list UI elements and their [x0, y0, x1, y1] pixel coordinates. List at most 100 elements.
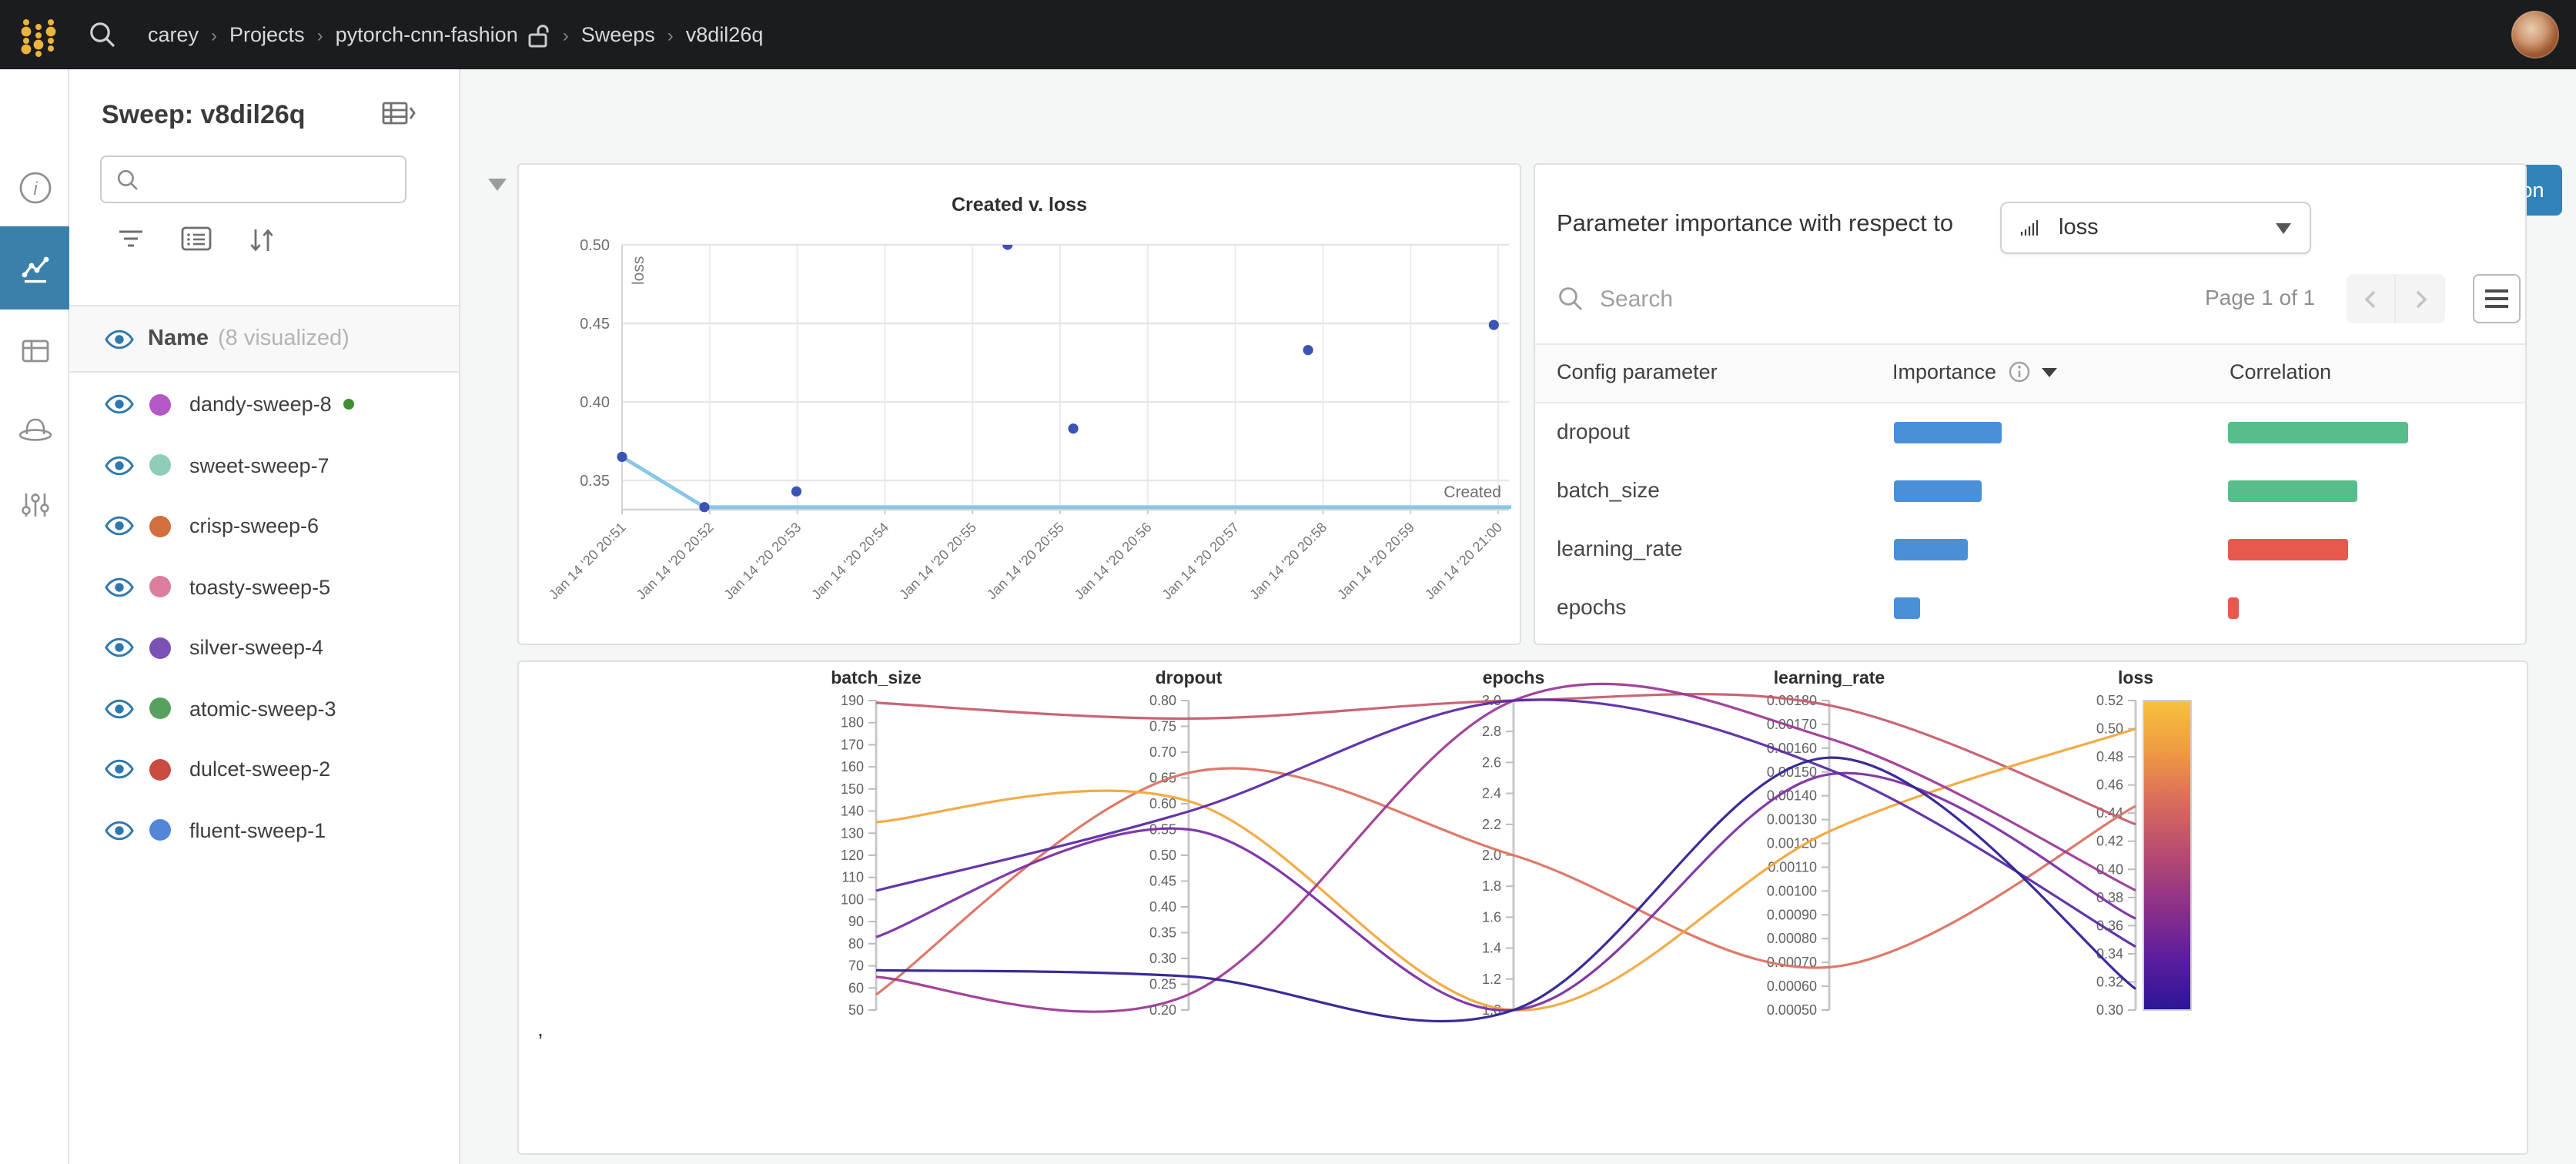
axis-title[interactable]: learning_rate [1774, 667, 1885, 687]
run-row[interactable]: sweet-sweep-7 [69, 435, 459, 495]
run-line[interactable] [876, 694, 2136, 824]
run-row[interactable]: toasty-sweep-5 [69, 557, 459, 617]
info-icon[interactable]: i [0, 152, 69, 222]
stray-text: , [537, 1016, 544, 1041]
axis-tick-label: 0.40 [1149, 899, 1176, 915]
charts-tab-icon[interactable] [0, 226, 69, 309]
axis-tick-label: 60 [848, 980, 864, 995]
correlation-bar [2228, 539, 2348, 560]
run-data-point[interactable] [1068, 423, 1078, 433]
sort-icon[interactable] [245, 223, 279, 265]
correlation-column-header: Correlation [2230, 360, 2331, 383]
importance-column-header[interactable]: Importance [1892, 360, 2056, 383]
axis-tick-label: 50 [848, 1002, 864, 1018]
created-vs-loss-chart[interactable]: Created v. lossJan 14 '20 20:51Jan 14 '2… [519, 165, 1520, 644]
importance-bar [1894, 597, 1920, 619]
sidebar-search-input[interactable] [151, 166, 405, 192]
axis-tick-label: 0.50 [1149, 848, 1176, 863]
run-row[interactable]: fluent-sweep-1 [69, 800, 459, 860]
prev-page-button[interactable] [2347, 274, 2396, 323]
importance-table-row[interactable]: dropout [1535, 403, 2525, 462]
run-data-point[interactable] [699, 502, 709, 512]
navbar-search-icon[interactable] [88, 20, 117, 49]
y-tick-label: 0.40 [580, 394, 610, 411]
y-tick-label: 0.35 [580, 473, 610, 490]
run-data-point[interactable] [617, 452, 627, 462]
importance-table-row[interactable]: epochs [1535, 579, 2525, 637]
x-tick-label: Jan 14 '20 20:56 [1072, 520, 1155, 603]
axis-tick-label: 2.8 [1482, 724, 1501, 739]
importance-table-row[interactable]: batch_size [1535, 462, 2525, 520]
run-visibility-eye-icon[interactable] [105, 514, 134, 537]
run-row[interactable]: dulcet-sweep-2 [69, 739, 459, 799]
axis-tick-label: 0.60 [1149, 796, 1176, 811]
run-visibility-eye-icon[interactable] [105, 636, 134, 659]
config-parameter-column-header: Config parameter [1557, 360, 1718, 383]
run-visibility-eye-icon[interactable] [105, 575, 134, 598]
parallel-coordinates-chart[interactable]: batch_size190180170160150140130120110100… [519, 662, 2527, 1153]
svg-text:i: i [32, 178, 37, 199]
wandb-logo-icon[interactable] [15, 12, 62, 58]
filter-icon[interactable] [115, 223, 146, 262]
run-visibility-eye-icon[interactable] [105, 697, 134, 720]
run-data-point[interactable] [1303, 345, 1313, 355]
run-visibility-eye-icon[interactable] [105, 453, 134, 477]
run-line[interactable] [876, 758, 2136, 1021]
x-tick-label: Jan 14 '20 21:00 [1422, 520, 1505, 603]
avatar[interactable] [2511, 11, 2559, 59]
run-data-point[interactable] [1489, 319, 1499, 329]
metric-dropdown[interactable]: loss [2000, 202, 2311, 254]
y-axis-label: loss [630, 256, 647, 285]
sweep-title: Sweep: v8dil26q [102, 100, 306, 131]
sidebar-search [100, 156, 406, 203]
sliders-icon[interactable] [0, 470, 69, 539]
x-tick-label: Jan 14 '20 20:59 [1334, 520, 1417, 603]
axis-title[interactable]: dropout [1156, 667, 1223, 687]
breadcrumb-item[interactable]: v8dil26q [686, 23, 764, 46]
importance-bar [1894, 422, 2002, 443]
run-data-point[interactable] [1002, 239, 1012, 249]
axis-title[interactable]: epochs [1483, 667, 1545, 687]
sweeps-hat-icon[interactable] [0, 393, 69, 462]
run-color-dot [149, 819, 171, 841]
run-row[interactable]: crisp-sweep-6 [69, 496, 459, 556]
importance-table-row[interactable]: learning_rate [1535, 520, 2525, 579]
breadcrumb-item[interactable]: Sweeps [581, 23, 655, 46]
axis-tick-label: 190 [841, 693, 864, 708]
breadcrumb-separator: › [655, 24, 686, 45]
y-tick-label: 0.50 [580, 237, 610, 254]
open-runs-table-icon[interactable] [382, 99, 416, 129]
axis-tick-label: 1.6 [1482, 909, 1501, 925]
run-visibility-eye-icon[interactable] [105, 393, 134, 416]
collapse-triangle-icon [488, 179, 507, 191]
breadcrumb-item[interactable]: carey [148, 23, 199, 46]
list-settings-icon[interactable] [180, 223, 212, 262]
sort-desc-icon [2041, 367, 2056, 376]
breadcrumb-item[interactable]: pytorch-cnn-fashion [336, 23, 518, 46]
breadcrumb: carey›Projects›pytorch-cnn-fashion›Sweep… [148, 22, 763, 47]
visibility-all-eye-icon[interactable] [105, 327, 134, 350]
axis-title[interactable]: loss [2118, 667, 2153, 687]
table-menu-button[interactable] [2473, 274, 2521, 323]
run-row[interactable]: silver-sweep-4 [69, 617, 459, 677]
run-visibility-eye-icon[interactable] [105, 758, 134, 781]
run-row[interactable]: dandy-sweep-8 [69, 374, 459, 434]
axis-tick-label: 0.25 [1149, 977, 1176, 992]
metric-bars-icon [2017, 214, 2045, 242]
runs-list-header: Name (8 visualized) [69, 305, 459, 373]
run-line[interactable] [876, 684, 2136, 1012]
next-page-button[interactable] [2396, 274, 2445, 323]
table-tab-icon[interactable] [0, 316, 69, 385]
run-row[interactable]: atomic-sweep-3 [69, 678, 459, 738]
config-parameter-name: batch_size [1557, 477, 1660, 502]
x-axis-label: Created [1444, 483, 1501, 501]
breadcrumb-item[interactable]: Projects [229, 23, 305, 46]
run-line[interactable] [876, 729, 2136, 1011]
breadcrumb-separator: › [305, 24, 336, 45]
parameter-importance-panel: Parameter importance with respect to los… [1534, 163, 2527, 645]
run-line[interactable] [876, 700, 2136, 947]
run-visibility-eye-icon[interactable] [105, 818, 134, 841]
axis-title[interactable]: batch_size [831, 667, 922, 687]
run-data-point[interactable] [791, 487, 801, 497]
importance-search-input[interactable] [1597, 274, 1935, 323]
